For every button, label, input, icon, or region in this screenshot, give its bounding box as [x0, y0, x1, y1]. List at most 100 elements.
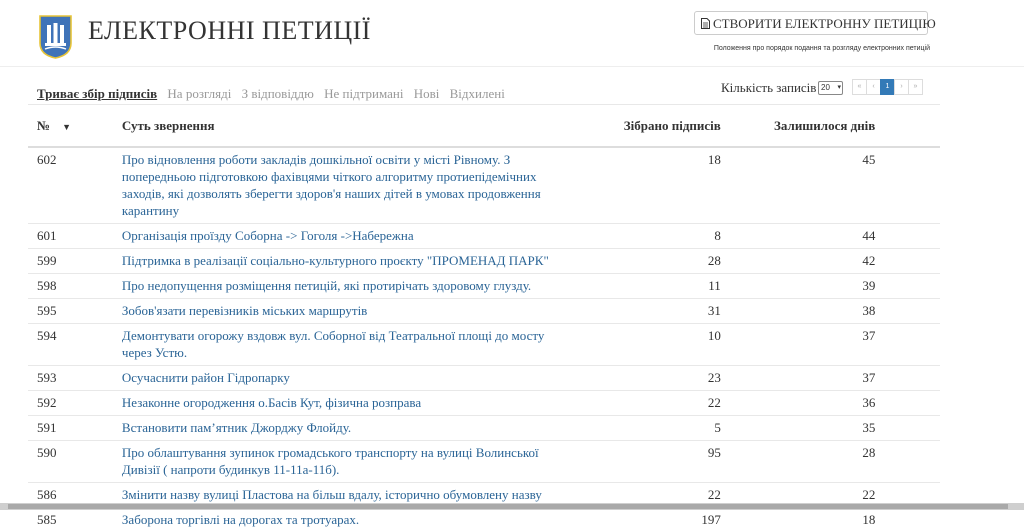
petition-title-link[interactable]: Заборона торгівлі на дорогах та тротуара…	[122, 511, 562, 528]
tab-collecting-signatures[interactable]: Триває збір підписів	[37, 86, 157, 102]
petition-signatures: 5	[587, 416, 721, 441]
petition-days-left: 28	[721, 441, 876, 483]
table-row: 599Підтримка в реалізації соціально-куль…	[28, 249, 940, 274]
pagination-first-button[interactable]: «	[852, 79, 867, 95]
petition-days-left: 37	[721, 324, 876, 366]
column-header-spacer	[875, 106, 940, 147]
row-spacer	[875, 416, 940, 441]
petition-signatures: 8	[587, 224, 721, 249]
city-coat-of-arms-logo[interactable]	[39, 15, 72, 59]
column-header-days-left: Залишилося днів	[721, 106, 876, 147]
petition-signatures: 95	[587, 441, 721, 483]
horizontal-scrollbar[interactable]	[0, 503, 1024, 510]
column-header-title: Суть звернення	[122, 106, 587, 147]
pagination-last-button[interactable]: »	[908, 79, 923, 95]
petition-number: 590	[28, 441, 122, 483]
petition-signatures: 31	[587, 299, 721, 324]
petition-signatures: 10	[587, 324, 721, 366]
petition-number: 602	[28, 147, 122, 224]
petition-title-cell: Зобов'язати перевізників міських маршрут…	[122, 299, 587, 324]
petition-signatures: 197	[587, 508, 721, 532]
petition-number: 592	[28, 391, 122, 416]
column-header-number-label: №	[37, 118, 50, 133]
petition-number: 599	[28, 249, 122, 274]
document-icon	[701, 14, 710, 36]
pagination-next-button[interactable]: ›	[894, 79, 909, 95]
petition-signatures: 11	[587, 274, 721, 299]
records-count-select[interactable]: 20 ▾	[818, 81, 843, 95]
table-row: 602Про відновлення роботи закладів дошкі…	[28, 147, 940, 224]
petition-title-link[interactable]: Незаконне огородження о.Басів Кут, фізич…	[122, 394, 562, 411]
table-row: 592Незаконне огородження о.Басів Кут, фі…	[28, 391, 940, 416]
row-spacer	[875, 274, 940, 299]
pagination-page-current[interactable]: 1	[880, 79, 895, 95]
petition-days-left: 36	[721, 391, 876, 416]
petition-signatures: 22	[587, 391, 721, 416]
petition-status-tabs: Триває збір підписів На розгляді З відпо…	[37, 86, 512, 102]
records-count-value: 20	[821, 83, 830, 92]
create-petition-button[interactable]: СТВОРИТИ ЕЛЕКТРОННУ ПЕТИЦІЮ	[694, 11, 928, 35]
table-row: 593Осучаснити район Гідропарку2337	[28, 366, 940, 391]
petition-number: 593	[28, 366, 122, 391]
pagination-prev-button[interactable]: ‹	[866, 79, 881, 95]
petition-days-left: 42	[721, 249, 876, 274]
petition-title-link[interactable]: Встановити пам’ятник Джорджу Флойду.	[122, 419, 562, 436]
petition-title-cell: Про відновлення роботи закладів дошкільн…	[122, 147, 587, 224]
row-spacer	[875, 249, 940, 274]
petition-title-cell: Осучаснити район Гідропарку	[122, 366, 587, 391]
petition-days-left: 35	[721, 416, 876, 441]
petition-title-link[interactable]: Про відновлення роботи закладів дошкільн…	[122, 151, 562, 219]
petition-title-cell: Про облаштування зупинок громадського тр…	[122, 441, 587, 483]
column-header-signatures: Зібрано підписів	[587, 106, 721, 147]
petition-title-link[interactable]: Осучаснити район Гідропарку	[122, 369, 562, 386]
table-row: 591Встановити пам’ятник Джорджу Флойду.5…	[28, 416, 940, 441]
petitions-table: №▼ Суть звернення Зібрано підписів Залиш…	[28, 106, 940, 532]
petition-number: 601	[28, 224, 122, 249]
petition-title-link[interactable]: Зобов'язати перевізників міських маршрут…	[122, 302, 562, 319]
petition-title-link[interactable]: Про недопущення розміщення петицій, які …	[122, 277, 562, 294]
petition-title-link[interactable]: Підтримка в реалізації соціально-культур…	[122, 252, 562, 269]
tabs-divider	[28, 104, 940, 105]
tab-new[interactable]: Нові	[414, 86, 440, 102]
petition-signatures: 28	[587, 249, 721, 274]
petition-number: 595	[28, 299, 122, 324]
petition-days-left: 38	[721, 299, 876, 324]
petition-days-left: 39	[721, 274, 876, 299]
tab-under-review[interactable]: На розгляді	[167, 86, 231, 102]
tab-rejected[interactable]: Відхилені	[450, 86, 505, 102]
petition-title-cell: Заборона торгівлі на дорогах та тротуара…	[122, 508, 587, 532]
petition-title-cell: Незаконне огородження о.Басів Кут, фізич…	[122, 391, 587, 416]
petition-title-cell: Про недопущення розміщення петицій, які …	[122, 274, 587, 299]
petition-title-link[interactable]: Про облаштування зупинок громадського тр…	[122, 444, 562, 478]
table-row: 598Про недопущення розміщення петицій, я…	[28, 274, 940, 299]
pagination: « ‹ 1 › »	[853, 79, 923, 95]
petition-number: 594	[28, 324, 122, 366]
tab-answered[interactable]: З відповіддю	[242, 86, 314, 102]
petition-title-link[interactable]: Організація проїзду Соборна -> Гоголя ->…	[122, 227, 562, 244]
petition-title-cell: Демонтувати огорожу вздовж вул. Соборної…	[122, 324, 587, 366]
table-row: 595Зобов'язати перевізників міських марш…	[28, 299, 940, 324]
petition-signatures: 18	[587, 147, 721, 224]
site-title[interactable]: ЕЛЕКТРОННІ ПЕТИЦІЇ	[88, 16, 371, 46]
row-spacer	[875, 324, 940, 366]
petition-title-cell: Встановити пам’ятник Джорджу Флойду.	[122, 416, 587, 441]
scrollbar-thumb[interactable]	[8, 504, 1008, 509]
sort-down-icon[interactable]: ▼	[62, 122, 71, 132]
table-row: 590Про облаштування зупинок громадського…	[28, 441, 940, 483]
petition-title-link[interactable]: Змінити назву вулиці Пластова на більш в…	[122, 486, 562, 503]
row-spacer	[875, 441, 940, 483]
row-spacer	[875, 224, 940, 249]
table-row: 601Організація проїзду Соборна -> Гоголя…	[28, 224, 940, 249]
column-header-number[interactable]: №▼	[28, 106, 122, 147]
petition-title-cell: Організація проїзду Соборна -> Гоголя ->…	[122, 224, 587, 249]
chevron-down-icon: ▾	[837, 82, 841, 94]
petition-days-left: 18	[721, 508, 876, 532]
rules-link[interactable]: Положення про порядок подання та розгляд…	[714, 45, 930, 52]
tab-not-supported[interactable]: Не підтримані	[324, 86, 403, 102]
petition-title-link[interactable]: Демонтувати огорожу вздовж вул. Соборної…	[122, 327, 562, 361]
petition-number: 585	[28, 508, 122, 532]
table-row: 585Заборона торгівлі на дорогах та троту…	[28, 508, 940, 532]
petition-days-left: 44	[721, 224, 876, 249]
row-spacer	[875, 147, 940, 224]
row-spacer	[875, 391, 940, 416]
